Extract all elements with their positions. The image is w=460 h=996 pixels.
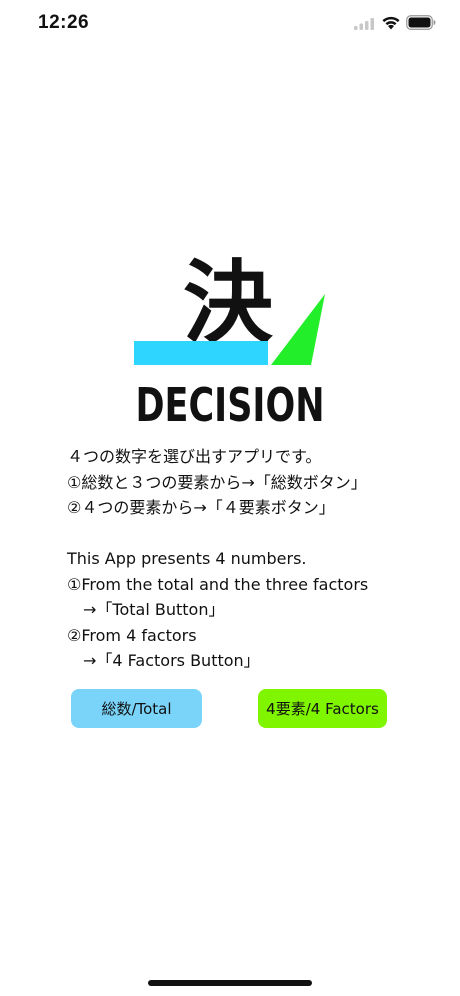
- app-screen: 12:26 決 DECISION ４つの数字を選び出すアプリです。 ①総数と３つ…: [0, 0, 460, 996]
- app-description: ４つの数字を選び出すアプリです。 ①総数と３つの要素から→「総数ボタン」 ②４つ…: [67, 444, 447, 674]
- signal-icon: [354, 18, 374, 30]
- four-factors-button[interactable]: 4要素/4 Factors: [258, 689, 387, 728]
- status-bar: 12:26: [0, 0, 460, 50]
- description-spacer: [67, 521, 447, 547]
- total-button[interactable]: 総数/Total: [71, 689, 202, 728]
- description-jp-line-2: ①総数と３つの要素から→「総数ボタン」: [67, 472, 367, 492]
- status-time: 12:26: [38, 12, 90, 33]
- description-en-line-3: →「Total Button」: [83, 600, 225, 619]
- logo-wordmark: DECISION: [136, 378, 325, 427]
- total-button-label: 総数/Total: [101, 700, 172, 718]
- four-factors-button-label: 4要素/4 Factors: [266, 700, 379, 718]
- description-en-line-5: →「4 Factors Button」: [83, 651, 260, 670]
- description-jp-line-1: ４つの数字を選び出すアプリです。: [67, 447, 322, 466]
- description-en-line-1: This App presents 4 numbers.: [67, 549, 307, 568]
- description-en-line-2: ①From the total and the three factors: [67, 574, 369, 594]
- decision-logo: 決 DECISION: [134, 252, 325, 427]
- logo-blue-bar: [134, 341, 268, 365]
- battery-icon: [406, 15, 436, 30]
- description-jp-line-3: ②４つの要素から→「４要素ボタン」: [67, 498, 335, 517]
- logo-kanji: 決: [183, 252, 273, 356]
- wifi-icon: [382, 16, 400, 30]
- logo-green-check: [271, 294, 325, 365]
- home-indicator[interactable]: [148, 980, 312, 986]
- description-en-line-4: ②From 4 factors: [67, 625, 197, 645]
